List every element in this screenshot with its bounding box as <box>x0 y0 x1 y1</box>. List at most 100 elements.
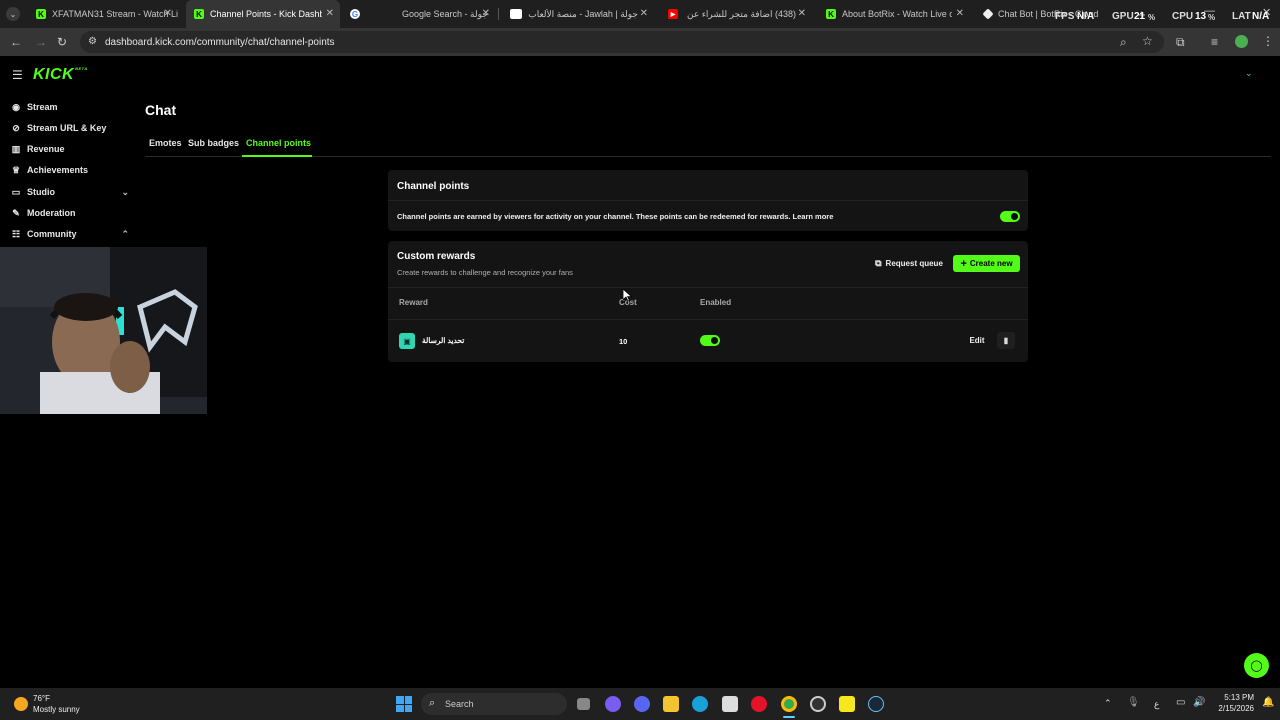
create-new-button[interactable]: + Create new <box>953 255 1020 272</box>
user-menu-icon[interactable]: ⌄ <box>1245 68 1253 79</box>
sidebar-item-label: Studio <box>27 187 55 197</box>
plus-icon: + <box>960 257 967 270</box>
table-top-divider <box>388 287 1028 288</box>
obs-icon[interactable] <box>810 696 826 712</box>
close-icon[interactable]: ✕ <box>640 8 648 19</box>
fps-value: N/A <box>1077 11 1095 22</box>
hamburger-menu-icon[interactable]: ☰ <box>12 68 23 82</box>
browser-tab-active[interactable]: K Channel Points - Kick Dashboard ✕ <box>186 0 340 28</box>
volume-icon[interactable]: 🔊 <box>1193 697 1205 708</box>
browser-tab[interactable]: Chat Bot | BotRix - Cloud Stre <box>976 0 1126 28</box>
reward-enabled-toggle[interactable] <box>700 335 720 346</box>
support-chat-button[interactable]: ◯ <box>1244 653 1269 678</box>
reload-icon[interactable]: ↻ <box>57 36 67 48</box>
browser-tab[interactable]: G <box>342 0 372 28</box>
microphone-icon[interactable]: 🎙 <box>1127 697 1140 708</box>
url-text[interactable]: dashboard.kick.com/community/chat/channe… <box>105 37 335 48</box>
tab-title: (438) اضافة متجر للشراء عن طريق <box>684 8 796 19</box>
zoom-icon[interactable]: ⌕ <box>1120 36 1127 48</box>
windows-logo-pane <box>396 704 404 712</box>
browser-tab[interactable]: ▶ (438) اضافة متجر للشراء عن طريق ✕ <box>660 0 812 28</box>
people-icon: ☷ <box>11 228 21 239</box>
weather-widget[interactable]: 76°F Mostly sunny <box>12 693 102 717</box>
card-header-divider <box>388 200 1028 201</box>
site-info-icon[interactable]: ⚙ <box>88 36 97 48</box>
botrix-icon <box>982 8 994 20</box>
kick-header <box>0 56 1280 96</box>
network-icon[interactable]: ▭ <box>1176 697 1185 708</box>
sidebar-item-achievements[interactable]: ♕ Achievements <box>11 161 131 179</box>
create-new-label: Create new <box>969 259 1013 268</box>
tab-title: جولة | Jawlah - منصة الألعاب الـ <box>528 8 638 19</box>
browser-tab[interactable]: K About BotRix - Watch Live on Kick ✕ <box>818 0 970 28</box>
browser-tab[interactable]: K XFATMAN31 Stream - Watch Live ✕ <box>28 0 178 28</box>
broadcast-icon: ◉ <box>12 101 20 112</box>
copilot-icon[interactable] <box>605 696 621 712</box>
taskbar-clock[interactable]: 5:13 PM 2/15/2026 <box>1212 693 1254 713</box>
tab-title: XFATMAN31 Stream - Watch Live <box>52 9 178 19</box>
back-icon[interactable]: ← <box>10 36 22 48</box>
bookmark-star-icon[interactable]: ☆ <box>1142 35 1153 47</box>
page-title: Chat <box>145 102 177 118</box>
lat-label: LAT <box>1232 11 1251 22</box>
windows-logo-pane <box>404 696 412 704</box>
column-header-reward: Reward <box>399 298 428 307</box>
profile-avatar[interactable] <box>1235 35 1248 48</box>
sidebar-item-moderation[interactable]: ✎ Moderation <box>11 204 131 222</box>
notification-bell-icon[interactable]: 🔔 <box>1262 697 1274 708</box>
hidden-icons-chevron-icon[interactable]: ⌃ <box>1104 698 1112 709</box>
sidebar-item-stream-url-key[interactable]: ⊘ Stream URL & Key <box>11 119 131 137</box>
clock-date: 2/15/2026 <box>1218 704 1254 713</box>
browser-tab[interactable]: جولة | Jawlah - منصة الألعاب الـ ✕ <box>502 0 654 28</box>
close-icon[interactable]: ✕ <box>326 8 334 19</box>
chevron-up-icon: ⌃ <box>121 228 129 239</box>
menu-icon[interactable]: ⋮ <box>1262 35 1274 47</box>
media-icon[interactable]: ≡ <box>1211 36 1218 48</box>
tab-emotes[interactable]: Emotes <box>149 138 182 148</box>
extensions-icon[interactable]: ⧉ <box>1176 36 1185 48</box>
language-indicator[interactable]: ع <box>1154 699 1159 710</box>
close-icon[interactable]: ✕ <box>482 8 490 19</box>
external-link-icon: ⧉ <box>875 258 882 268</box>
store-icon[interactable] <box>722 696 738 712</box>
chrome-icon[interactable] <box>781 696 797 712</box>
request-queue-label: Request queue <box>885 259 943 268</box>
close-icon[interactable]: ✕ <box>798 8 806 19</box>
webcam-image <box>0 247 207 414</box>
task-view-icon[interactable] <box>577 698 590 710</box>
tab-divider <box>145 156 1271 157</box>
sidebar-item-community[interactable]: ☷ Community ⌃ <box>11 225 131 243</box>
file-explorer-icon[interactable] <box>663 696 679 712</box>
edit-button[interactable]: Edit <box>965 332 989 349</box>
sidebar-item-revenue[interactable]: ▥ Revenue <box>11 140 131 158</box>
discord-icon[interactable] <box>634 696 650 712</box>
channel-points-toggle[interactable] <box>1000 211 1020 222</box>
forward-icon[interactable]: → <box>35 36 47 48</box>
link-icon: ⊘ <box>12 122 20 133</box>
taskbar-search[interactable]: ⌕ Search <box>421 693 567 715</box>
close-icon[interactable]: ✕ <box>164 8 172 19</box>
lat-value: N/A <box>1252 11 1270 22</box>
tab-sub-badges[interactable]: Sub badges <box>188 138 239 148</box>
fps-label: FPS <box>1055 11 1075 22</box>
steam-icon[interactable] <box>868 696 884 712</box>
delete-button[interactable]: ▮ <box>997 332 1015 349</box>
tab-channel-points[interactable]: Channel points <box>246 138 311 148</box>
learn-more-link[interactable]: Learn more <box>793 212 834 221</box>
request-queue-button[interactable]: ⧉ Request queue <box>874 255 944 272</box>
tab-search-dropdown-icon[interactable]: ⌄ <box>6 7 20 21</box>
sidebar-item-stream[interactable]: ◉ Stream <box>11 98 131 116</box>
sticky-notes-icon[interactable] <box>839 696 855 712</box>
reward-icon: ▣ <box>399 333 415 349</box>
sidebar-item-studio[interactable]: ▭ Studio ⌄ <box>11 183 131 201</box>
start-button[interactable] <box>396 696 412 712</box>
kick-logo[interactable]: KICKBETA <box>33 66 88 84</box>
reward-name: تحديد الرسالة <box>422 336 465 345</box>
browser-tab[interactable]: Google Search - جولة ✕ <box>378 0 496 28</box>
search-placeholder: Search <box>445 699 474 709</box>
edge-icon[interactable] <box>692 696 708 712</box>
youtube-icon: ▶ <box>668 9 678 19</box>
opera-icon[interactable] <box>751 696 767 712</box>
close-icon[interactable]: ✕ <box>956 8 964 19</box>
active-app-indicator <box>783 716 795 718</box>
